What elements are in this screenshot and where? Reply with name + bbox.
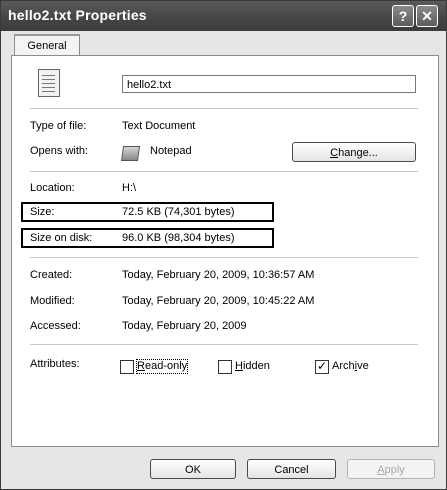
- separator: [30, 108, 418, 109]
- check-mark-icon: ✓: [317, 359, 328, 373]
- close-button[interactable]: ✕: [416, 5, 438, 27]
- general-panel: hello2.txt Type of file: Text Document O…: [11, 55, 439, 447]
- apply-button[interactable]: Apply: [347, 459, 435, 479]
- separator: [30, 257, 418, 258]
- change-hotkey: C: [330, 147, 339, 159]
- location-value: H:\: [122, 182, 137, 194]
- type-of-file-value: Text Document: [122, 120, 196, 132]
- modified-label: Modified:: [30, 295, 75, 307]
- hidden-label[interactable]: Hidden: [235, 360, 270, 373]
- read-only-box[interactable]: [120, 360, 134, 374]
- attributes-label: Attributes:: [30, 358, 80, 370]
- cancel-button[interactable]: Cancel: [247, 459, 336, 479]
- size-label: Size:: [30, 206, 55, 218]
- size-on-disk-label: Size on disk:: [30, 232, 93, 244]
- text-file-icon: [38, 69, 60, 97]
- tab-general[interactable]: General: [14, 34, 80, 56]
- accessed-label: Accessed:: [30, 320, 81, 332]
- separator: [30, 344, 418, 345]
- opens-with-value: Notepad: [150, 145, 192, 157]
- close-icon: ✕: [421, 8, 433, 24]
- created-value: Today, February 20, 2009, 10:36:57 AM: [122, 269, 315, 281]
- archive-box[interactable]: ✓: [315, 359, 329, 374]
- accessed-value: Today, February 20, 2009: [122, 320, 247, 332]
- created-label: Created:: [30, 269, 73, 281]
- type-of-file-label: Type of file:: [30, 120, 87, 132]
- properties-dialog: hello2.txt Properties ? ✕ General hello2…: [0, 0, 447, 490]
- archive-label[interactable]: Archive: [332, 360, 369, 373]
- separator: [30, 171, 418, 172]
- read-only-label[interactable]: Read-only: [135, 359, 189, 374]
- title-bar[interactable]: hello2.txt Properties ? ✕: [1, 1, 446, 31]
- size-on-disk-value: 96.0 KB (98,304 bytes): [122, 232, 235, 244]
- location-label: Location:: [30, 182, 75, 194]
- window-title: hello2.txt Properties: [8, 7, 147, 23]
- size-value: 72.5 KB (74,301 bytes): [122, 206, 235, 218]
- ok-button[interactable]: OK: [150, 459, 236, 479]
- help-icon: ?: [398, 8, 408, 24]
- change-button[interactable]: Change...: [292, 142, 416, 162]
- modified-value: Today, February 20, 2009, 10:45:22 AM: [122, 295, 315, 307]
- hidden-box[interactable]: [218, 360, 232, 374]
- notepad-icon: [120, 146, 141, 161]
- file-name-field[interactable]: hello2.txt: [122, 75, 416, 93]
- opens-with-label: Opens with:: [30, 145, 89, 157]
- change-label: hange...: [338, 147, 378, 159]
- help-button[interactable]: ?: [392, 5, 414, 27]
